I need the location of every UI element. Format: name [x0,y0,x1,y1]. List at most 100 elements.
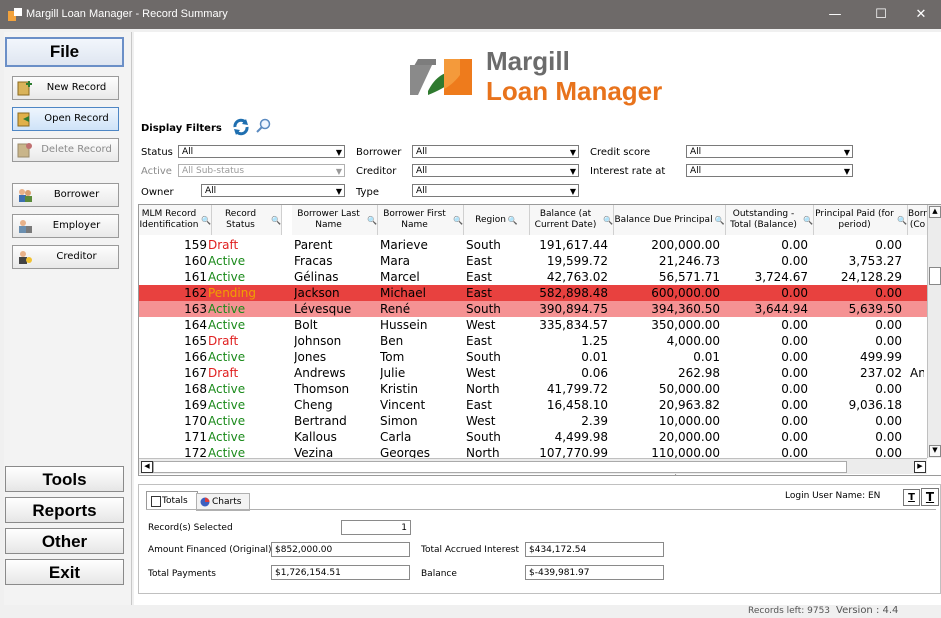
records-selected-field: 1 [341,520,411,535]
employer-button[interactable]: Employer [12,214,119,238]
horizontal-scroll-thumb[interactable] [153,461,847,473]
table-cell-region: West [466,318,496,332]
amount-financed-field: $852,000.00 [271,542,410,557]
column-header-label: Outstanding - Total (Balance) [730,209,797,230]
column-search-icon[interactable]: 🔍 [715,215,725,226]
creditor-button[interactable]: Creditor [12,245,119,269]
table-cell-extra [910,301,924,317]
active-filter-label: Active [141,166,172,177]
interest-rate-filter-select[interactable]: All ▼ [686,164,853,177]
creditor-filter-select[interactable]: All ▼ [412,164,579,177]
table-cell-paid: 5,639.50 [848,302,902,316]
other-menu-button[interactable]: Other [5,528,124,554]
file-menu-button[interactable]: File [5,37,124,67]
table-row[interactable]: 163 Active Lévesque René South 390,894.75 394,… [139,301,928,317]
table-cell-first: Hussein [380,318,428,332]
maximize-button[interactable]: ☐ [861,0,901,29]
column-header[interactable]: Outstanding - Total (Balance) 🔍 [726,205,814,235]
column-header[interactable]: Borr (Co [908,205,928,235]
column-header[interactable]: Borrower First Name 🔍 [378,205,464,235]
column-header-label: Borr (Co [908,209,927,230]
column-search-icon[interactable]: 🔍 [897,215,907,226]
scroll-right-icon[interactable]: ▶ [914,461,926,473]
column-search-icon[interactable]: 🔍 [271,215,281,226]
borrower-button[interactable]: Borrower [12,183,119,207]
table-cell-paid: 499.99 [860,350,902,364]
table-cell-out: 3,724.67 [754,270,808,284]
borrower-filter-select[interactable]: All ▼ [412,145,579,158]
column-header[interactable]: Borrower Last Name 🔍 [292,205,378,235]
active-filter-select[interactable]: All Sub-status ▼ [178,164,345,177]
column-search-icon[interactable]: 🔍 [803,215,813,226]
table-cell-region: East [466,254,492,268]
table-cell-last: Fracas [294,254,333,268]
search-icon[interactable] [256,118,272,134]
text-size-small-button[interactable]: T [903,489,920,506]
column-header[interactable]: Balance (at Current Date) 🔍 [530,205,614,235]
tools-menu-button[interactable]: Tools [5,466,124,492]
close-button[interactable]: ✕ [901,0,941,29]
minimize-button[interactable]: — [815,0,855,29]
column-header[interactable]: Principal Paid (for period) 🔍 [814,205,908,235]
vertical-scroll-thumb[interactable] [929,267,941,285]
new-record-button[interactable]: New Record [12,76,119,100]
table-row[interactable]: 159 Draft Parent Marieve South 191,617.44 200,… [139,237,928,253]
table-row[interactable]: 164 Active Bolt Hussein West 335,834.57 350,00… [139,317,928,333]
column-header[interactable]: Record Status 🔍 [212,205,282,235]
refresh-icon[interactable] [232,118,250,136]
column-search-icon[interactable]: 🔍 [453,215,463,226]
table-row[interactable]: 169 Active Cheng Vincent East 16,458.10 20,963… [139,397,928,413]
vertical-scrollbar[interactable]: ▲ ▼ [927,205,941,458]
chevron-down-icon: ▼ [843,167,850,176]
table-cell-out: 3,644.94 [754,302,808,316]
table-cell-due: 20,963.82 [658,398,720,412]
column-search-icon[interactable]: 🔍 [603,215,613,226]
table-cell-extra [910,397,924,413]
column-header[interactable]: Balance Due Principal 🔍 [614,205,726,235]
total-accrued-interest-label: Total Accrued Interest [421,545,519,555]
column-header[interactable]: Region 🔍 [464,205,530,235]
open-record-button[interactable]: Open Record [12,107,119,131]
table-cell-out: 0.00 [781,254,808,268]
scroll-down-icon[interactable]: ▼ [929,445,941,457]
horizontal-scrollbar[interactable]: ◀ ▶ [139,458,927,474]
table-cell-bal: 390,894.75 [539,302,608,316]
window-title: Margill Loan Manager - Record Summary [26,8,228,20]
column-header[interactable]: MLM Record Identification 🔍 [139,205,212,235]
table-cell-first: Vincent [380,398,426,412]
table-cell-due: 20,000.00 [658,430,720,444]
table-cell-id: 163 [184,302,207,316]
active-filter-value: All Sub-status [182,166,245,176]
table-row[interactable]: 168 Active Thomson Kristin North 41,799.72 50,… [139,381,928,397]
status-filter-select[interactable]: All ▼ [178,145,345,158]
balance-label: Balance [421,569,457,579]
table-row[interactable]: 162 Pending Jackson Michael East 582,898.48 60… [139,285,928,301]
owner-filter-select[interactable]: All ▼ [201,184,345,197]
type-filter-select[interactable]: All ▼ [412,184,579,197]
delete-record-button[interactable]: Delete Record [12,138,119,162]
table-row[interactable]: 170 Active Bertrand Simon West 2.39 10,000.00 0… [139,413,928,429]
chevron-down-icon: ▼ [843,148,850,157]
text-size-large-button[interactable]: T [921,488,939,506]
column-search-icon[interactable]: 🔍 [367,215,377,226]
table-row[interactable]: 165 Draft Johnson Ben East 1.25 4,000.00 0.00 0.… [139,333,928,349]
exit-menu-button[interactable]: Exit [5,559,124,585]
credit-score-filter-select[interactable]: All ▼ [686,145,853,158]
column-search-icon[interactable]: 🔍 [508,215,518,226]
table-row[interactable]: 167 Draft Andrews Julie West 0.06 262.98 0.00 23… [139,365,928,381]
table-cell-region: South [466,238,501,252]
table-row[interactable]: 171 Active Kallous Carla South 4,499.98 20,000… [139,429,928,445]
table-cell-id: 168 [184,382,207,396]
table-row[interactable]: 161 Active Gélinas Marcel East 42,763.02 56,57… [139,269,928,285]
table-cell-out: 0.00 [781,238,808,252]
scroll-left-icon[interactable]: ◀ [141,461,153,473]
column-search-icon[interactable]: 🔍 [201,215,211,226]
table-cell-region: West [466,414,496,428]
tab-totals[interactable]: Totals [146,491,198,510]
scroll-up-icon[interactable]: ▲ [929,206,941,218]
reports-menu-button[interactable]: Reports [5,497,124,523]
table-row[interactable]: 160 Active Fracas Mara East 19,599.72 21,246.7… [139,253,928,269]
table-row[interactable]: 166 Active Jones Tom South 0.01 0.01 0.00 499.99 [139,349,928,365]
table-cell-extra [910,413,924,429]
table-cell-out: 0.00 [781,334,808,348]
